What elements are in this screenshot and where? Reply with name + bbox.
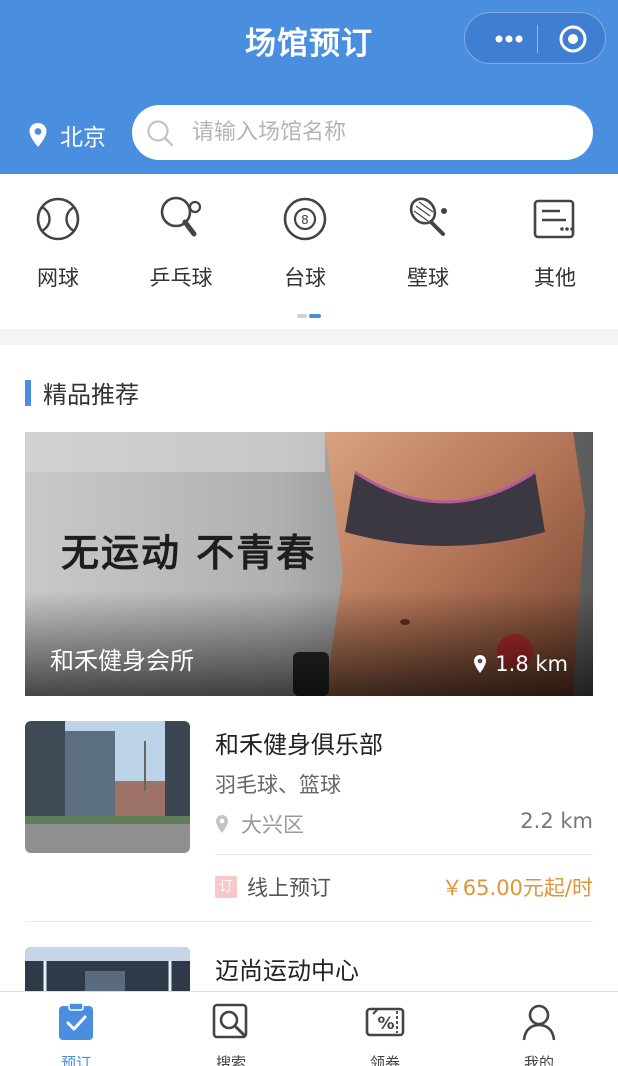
tab-profile[interactable]: 我的 xyxy=(489,1002,589,1066)
category-other[interactable]: 其他 xyxy=(505,194,605,292)
venue-thumbnail xyxy=(25,947,190,991)
city-selector[interactable]: 北京 xyxy=(28,118,106,152)
venue-card[interactable]: 和禾健身俱乐部 羽毛球、篮球 大兴区 2.2 km 订 线上预订 ￥65.00元… xyxy=(25,721,593,901)
billiards-icon: 8 xyxy=(283,197,327,241)
search-icon xyxy=(212,1003,248,1039)
category-label: 乒乓球 xyxy=(149,266,213,290)
ping-pong-icon xyxy=(160,196,202,237)
search-icon xyxy=(147,119,174,146)
profile-icon xyxy=(522,1004,556,1041)
tennis-ball-icon xyxy=(36,197,80,241)
svg-text:%: % xyxy=(377,1014,394,1034)
section-header: 精品推荐 xyxy=(25,375,139,410)
section-accent-bar xyxy=(25,379,31,406)
more-card-icon xyxy=(533,199,575,239)
venue-card[interactable]: 迈尚运动中心 xyxy=(25,947,593,991)
location-pin-icon xyxy=(29,123,47,147)
category-squash[interactable]: 壁球 xyxy=(378,194,478,292)
category-tennis[interactable]: 网球 xyxy=(8,194,108,292)
venue-thumbnail xyxy=(25,721,190,853)
venue-location: 大兴区 xyxy=(215,809,304,839)
location-pin-icon xyxy=(216,815,228,833)
venue-name: 迈尚运动中心 xyxy=(215,957,359,985)
search-bar[interactable] xyxy=(132,105,593,160)
online-booking[interactable]: 订 线上预订 xyxy=(215,872,331,902)
section-title: 精品推荐 xyxy=(43,381,139,409)
category-billiards[interactable]: 8 台球 xyxy=(255,194,355,292)
tab-coupons[interactable]: % 领券 xyxy=(335,1002,435,1066)
list-divider xyxy=(25,921,593,922)
capsule-divider xyxy=(537,25,538,53)
venue-divider xyxy=(215,854,593,855)
venue-name: 和禾健身俱乐部 xyxy=(215,731,383,759)
coupon-icon: % xyxy=(365,1007,405,1037)
banner-slogan: 无运动 不青春 xyxy=(61,530,317,575)
booking-label: 线上预订 xyxy=(247,876,331,900)
location-pin-icon xyxy=(474,655,487,673)
more-icon[interactable] xyxy=(483,13,535,65)
venue-photo xyxy=(25,947,190,991)
booking-badge-icon: 订 xyxy=(215,876,237,898)
booking-icon xyxy=(59,1002,93,1040)
category-ping-pong[interactable]: 乒乓球 xyxy=(131,194,231,292)
search-input[interactable] xyxy=(192,120,552,145)
tab-label: 我的 xyxy=(523,1054,554,1066)
venue-photo xyxy=(25,721,190,853)
header: 场馆预订 北京 xyxy=(0,0,618,174)
squash-racket-icon xyxy=(409,197,447,236)
banner-venue-name: 和禾健身会所 xyxy=(50,647,194,675)
tab-label: 搜索 xyxy=(215,1054,246,1066)
category-label: 壁球 xyxy=(407,266,449,290)
venue-price: ￥65.00元起/时 xyxy=(441,876,593,900)
tab-booking[interactable]: 预订 xyxy=(26,1002,126,1066)
category-label: 网球 xyxy=(37,266,79,290)
mini-program-capsule xyxy=(464,12,606,64)
category-grid: 网球 乒乓球 8 台球 壁球 其他 xyxy=(0,174,618,329)
venue-sports: 羽毛球、篮球 xyxy=(215,773,341,797)
banner-distance-value: 1.8 km xyxy=(495,652,568,676)
city-label: 北京 xyxy=(60,125,106,151)
venue-district: 大兴区 xyxy=(241,813,304,837)
banner-distance: 1.8 km xyxy=(473,652,568,676)
tab-label: 领券 xyxy=(369,1054,400,1066)
tab-label: 预订 xyxy=(60,1054,91,1066)
venue-distance: 2.2 km xyxy=(520,809,593,833)
pager-dot-active xyxy=(309,314,321,318)
tab-search[interactable]: 搜索 xyxy=(181,1002,281,1066)
close-miniprogram-icon[interactable] xyxy=(553,13,593,65)
recommend-section: 精品推荐 无运动 不青春 和禾健身会所 1.8 km 和禾健身俱乐部 羽毛球、篮… xyxy=(0,345,618,991)
bottom-tab-bar: 预订 搜索 % 领券 我的 xyxy=(0,991,618,1066)
category-label: 其他 xyxy=(534,266,576,290)
category-label: 台球 xyxy=(284,266,326,290)
svg-text:8: 8 xyxy=(301,213,309,227)
pager-dot xyxy=(297,314,307,318)
featured-banner[interactable]: 无运动 不青春 和禾健身会所 1.8 km xyxy=(25,432,593,696)
